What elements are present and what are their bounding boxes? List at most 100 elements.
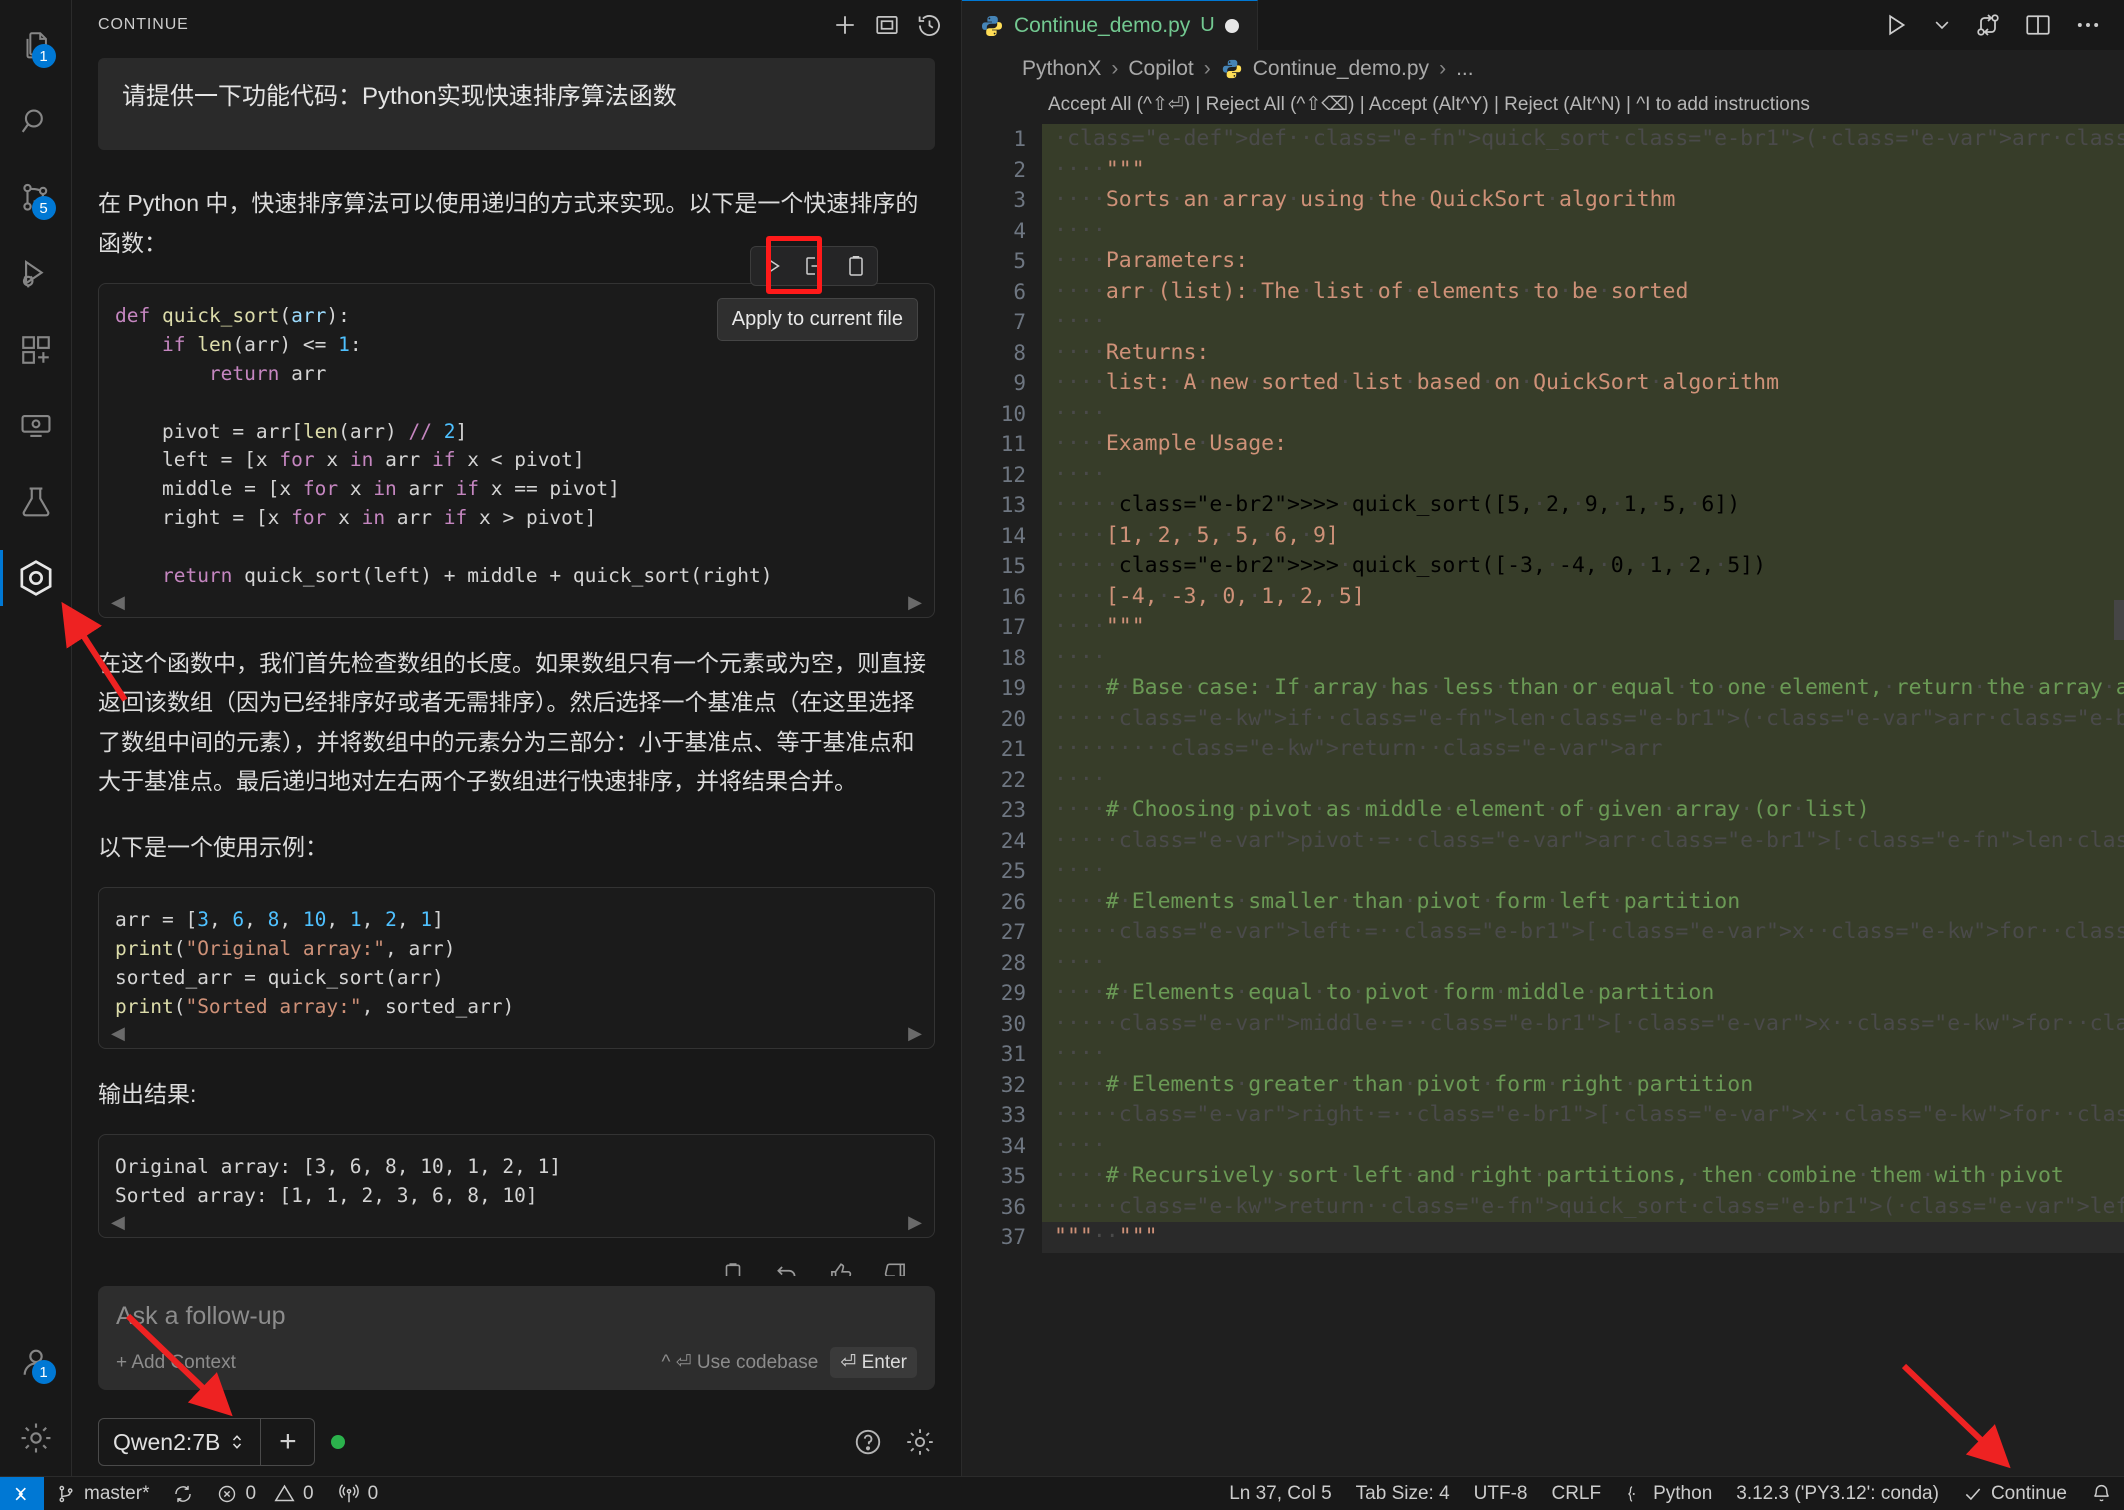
status-python-interpreter[interactable]: 3.12.3 ('PY3.12': conda) bbox=[1724, 1483, 1951, 1505]
code-scroll-right-icon[interactable]: ▶ bbox=[908, 592, 922, 613]
status-notifications[interactable] bbox=[2079, 1483, 2124, 1504]
code-content[interactable]: ·class="e-def">def··class="e-fn">quick_s… bbox=[1042, 120, 2124, 1476]
more-actions-button[interactable] bbox=[2074, 11, 2102, 39]
split-editor-button[interactable] bbox=[2024, 11, 2052, 39]
model-name-button[interactable]: Qwen2:7B bbox=[99, 1419, 260, 1465]
fullscreen-button[interactable] bbox=[873, 11, 901, 39]
status-editor-language[interactable]: Python bbox=[1613, 1483, 1724, 1505]
enter-hint[interactable]: ⏎ Enter bbox=[830, 1347, 917, 1378]
code-line[interactable]: ·class="e-def">def··class="e-fn">quick_s… bbox=[1042, 124, 2124, 155]
activitybar-item-source-control[interactable]: 5 bbox=[0, 160, 72, 236]
code-line[interactable]: ····#·Base·case:·If·array·has·less·than·… bbox=[1042, 673, 2124, 704]
code-line[interactable]: ····#·Elements·greater·than·pivot·form·r… bbox=[1042, 1069, 2124, 1100]
model-select[interactable]: Qwen2:7B + bbox=[98, 1418, 316, 1466]
code-line[interactable]: ·····class="e-br2">>>>·quick_sort([5,·2,… bbox=[1042, 490, 2124, 521]
code-line[interactable]: ····#·Elements·equal·to·pivot·form·middl… bbox=[1042, 978, 2124, 1009]
history-button[interactable] bbox=[915, 11, 943, 39]
chat-scroll-area[interactable]: 请提供一下功能代码：Python实现快速排序算法函数 在 Python 中，快速… bbox=[72, 50, 961, 1276]
code-line[interactable]: ····Example·Usage: bbox=[1042, 429, 2124, 460]
code-line[interactable]: ·····class="e-var">middle·=··class="e-br… bbox=[1042, 1008, 2124, 1039]
code-line[interactable]: ···· bbox=[1042, 215, 2124, 246]
code-line[interactable]: ·····class="e-var">right·=··class="e-br1… bbox=[1042, 1100, 2124, 1131]
code-line[interactable]: ···· bbox=[1042, 764, 2124, 795]
status-editor-indentation[interactable]: Tab Size: 4 bbox=[1344, 1483, 1462, 1505]
code-line[interactable]: ····arr·(list):·The·list·of·elements·to·… bbox=[1042, 276, 2124, 307]
code-line[interactable]: ····list:·A·new·sorted·list·based·on·Qui… bbox=[1042, 368, 2124, 399]
code-line[interactable]: ···· bbox=[1042, 642, 2124, 673]
remote-host-button[interactable] bbox=[0, 1476, 44, 1510]
followup-composer[interactable]: Ask a follow-up + Add Context ^ ⏎ Use co… bbox=[98, 1286, 935, 1390]
thumbs-up-button[interactable] bbox=[827, 1260, 855, 1276]
inline-diff-actions[interactable]: Accept All (^⇧⏎) | Reject All (^⇧⌫) | Ac… bbox=[962, 88, 2124, 120]
code-line[interactable]: ····""" bbox=[1042, 154, 2124, 185]
code-line[interactable]: ····Returns: bbox=[1042, 337, 2124, 368]
add-context-button[interactable]: + Add Context bbox=[116, 1352, 236, 1374]
breadcrumb-item-1[interactable]: Copilot bbox=[1128, 57, 1193, 81]
activitybar-item-accounts[interactable]: 1 bbox=[0, 1324, 72, 1400]
source-control-graph-button[interactable] bbox=[1974, 11, 2002, 39]
run-in-terminal-button[interactable] bbox=[751, 247, 793, 285]
activitybar-item-extensions[interactable] bbox=[0, 312, 72, 388]
code-scroll-left-icon[interactable]: ◀ bbox=[111, 1212, 125, 1233]
code-line[interactable]: ····[1,·2,·5,·5,·6,·9] bbox=[1042, 520, 2124, 551]
status-ports[interactable]: 0 bbox=[326, 1483, 391, 1505]
followup-input-placeholder[interactable]: Ask a follow-up bbox=[116, 1302, 917, 1331]
status-sync-changes[interactable] bbox=[161, 1484, 205, 1504]
thumbs-down-button[interactable] bbox=[881, 1260, 909, 1276]
status-editor-eol[interactable]: CRLF bbox=[1539, 1483, 1613, 1505]
editor-tab-continue-demo[interactable]: Continue_demo.py U bbox=[962, 0, 1258, 50]
code-line[interactable]: ···· bbox=[1042, 856, 2124, 887]
code-line[interactable]: ·····class="e-var">left·=··class="e-br1"… bbox=[1042, 917, 2124, 948]
regenerate-button[interactable] bbox=[773, 1260, 801, 1276]
status-problems[interactable]: 0 0 bbox=[205, 1483, 325, 1505]
editor-scrollbar-thumb[interactable] bbox=[2114, 600, 2124, 640]
code-line[interactable]: ····#·Recursively·sort·left·and·right·pa… bbox=[1042, 1161, 2124, 1192]
code-line[interactable]: ·····class="e-kw">return··class="e-fn">q… bbox=[1042, 1191, 2124, 1222]
code-line[interactable]: ···· bbox=[1042, 1130, 2124, 1161]
activitybar-item-remote-explorer[interactable] bbox=[0, 388, 72, 464]
code-line[interactable]: ····#·Choosing·pivot·as·middle·element·o… bbox=[1042, 795, 2124, 826]
breadcrumb-item-3[interactable]: ... bbox=[1456, 57, 1474, 81]
code-editor[interactable]: 1 2 3 4 5 6 7 8 9 10 11 12 13 14 15 16 17 18 19 20 21 22 23 24 2… bbox=[962, 120, 2124, 1476]
code-scroll-left-icon[interactable]: ◀ bbox=[111, 1023, 125, 1044]
breadcrumb-item-2[interactable]: Continue_demo.py bbox=[1253, 57, 1429, 81]
code-line[interactable]: ···· bbox=[1042, 947, 2124, 978]
code-line[interactable]: ···· bbox=[1042, 459, 2124, 490]
code-line[interactable]: ····#·Elements·smaller·than·pivot·form·l… bbox=[1042, 886, 2124, 917]
code-line[interactable]: ····[-4,·-3,·0,·1,·2,·5] bbox=[1042, 581, 2124, 612]
activitybar-item-continue[interactable] bbox=[0, 540, 72, 616]
status-editor-encoding[interactable]: UTF-8 bbox=[1462, 1483, 1540, 1505]
settings-button[interactable] bbox=[905, 1427, 935, 1457]
code-line[interactable]: ···· bbox=[1042, 1039, 2124, 1070]
code-line[interactable]: ····Sorts·an·array·using·the·QuickSort·a… bbox=[1042, 185, 2124, 216]
add-model-button[interactable]: + bbox=[260, 1419, 314, 1465]
run-python-file-button[interactable] bbox=[1882, 11, 1910, 39]
copy-response-button[interactable] bbox=[719, 1260, 747, 1276]
activitybar-item-explorer[interactable]: 1 bbox=[0, 8, 72, 84]
use-codebase-hint[interactable]: ^ ⏎ Use codebase bbox=[662, 1351, 819, 1374]
code-line[interactable]: ····""" bbox=[1042, 612, 2124, 643]
activitybar-item-search[interactable] bbox=[0, 84, 72, 160]
code-scroll-right-icon[interactable]: ▶ bbox=[908, 1023, 922, 1044]
code-line[interactable]: ·········class="e-kw">return··class="e-v… bbox=[1042, 734, 2124, 765]
copy-code-button[interactable] bbox=[835, 247, 877, 285]
activitybar-item-manage[interactable] bbox=[0, 1400, 72, 1476]
help-button[interactable] bbox=[853, 1427, 883, 1457]
breadcrumb-item-0[interactable]: PythonX bbox=[1022, 57, 1101, 81]
apply-to-current-file-button[interactable] bbox=[793, 247, 835, 285]
code-line[interactable]: ···· bbox=[1042, 398, 2124, 429]
tab-dirty-indicator[interactable] bbox=[1224, 18, 1239, 33]
status-git-branch[interactable]: master* bbox=[44, 1483, 161, 1505]
status-continue[interactable]: Continue bbox=[1951, 1483, 2079, 1505]
code-line[interactable]: ·····class="e-var">pivot·=··class="e-var… bbox=[1042, 825, 2124, 856]
code-line[interactable]: ·····class="e-br2">>>>·quick_sort([-3,·-… bbox=[1042, 551, 2124, 582]
code-line[interactable]: """··""" bbox=[1042, 1222, 2124, 1253]
code-line[interactable]: ···· bbox=[1042, 307, 2124, 338]
activitybar-item-run-and-debug[interactable] bbox=[0, 236, 72, 312]
code-line[interactable]: ·····class="e-kw">if··class="e-fn">len·c… bbox=[1042, 703, 2124, 734]
new-session-button[interactable] bbox=[831, 11, 859, 39]
code-scroll-left-icon[interactable]: ◀ bbox=[111, 592, 125, 613]
run-dropdown-button[interactable] bbox=[1932, 15, 1952, 35]
status-editor-position[interactable]: Ln 37, Col 5 bbox=[1217, 1483, 1343, 1505]
code-scroll-right-icon[interactable]: ▶ bbox=[908, 1212, 922, 1233]
